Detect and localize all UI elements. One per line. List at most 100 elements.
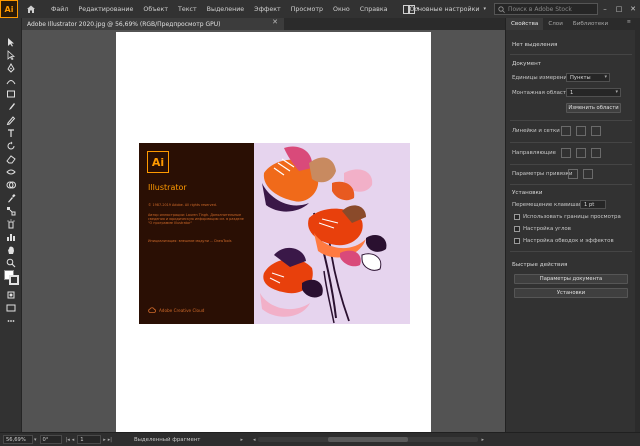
show-guides-icon[interactable] [561, 148, 571, 158]
shape-builder-tool[interactable] [5, 179, 17, 191]
menu-bar: Ai Файл Редактирование Объект Текст Выде… [0, 0, 640, 18]
hand-tool[interactable] [5, 244, 17, 256]
next-artboard-icon[interactable]: ▸ [103, 437, 106, 443]
menu-edit[interactable]: Редактирование [73, 6, 138, 13]
keyboard-increment-value: 1 pt [584, 201, 595, 208]
splash-title: Illustrator [148, 183, 187, 192]
rotation-field[interactable]: 0° [39, 435, 62, 444]
minimize-button[interactable]: – [598, 5, 612, 13]
divider [510, 251, 632, 252]
pen-tool[interactable] [5, 62, 17, 74]
panel-menu-icon[interactable]: ≡ [627, 19, 631, 25]
artboard-select[interactable]: 1 ▾ [566, 88, 621, 97]
horizontal-scrollbar[interactable] [258, 437, 479, 442]
splash-info-panel: Ai Illustrator © 1987-2019 Adobe. All ri… [139, 143, 254, 324]
more-tools-icon[interactable] [5, 315, 17, 327]
splash-ai-logo: Ai [147, 151, 169, 173]
snap-options-label: Параметры привязки [512, 171, 573, 177]
divider [510, 142, 632, 143]
keyboard-increment-input[interactable]: 1 pt [580, 200, 606, 209]
width-tool[interactable] [5, 166, 17, 178]
menu-object[interactable]: Объект [138, 6, 173, 13]
stroke-color-swatch[interactable] [9, 275, 19, 285]
search-icon [498, 5, 505, 13]
first-artboard-icon[interactable]: |◂ [66, 437, 70, 443]
smart-guides-icon[interactable] [591, 148, 601, 158]
workspace-switcher[interactable]: Основные настройки [409, 6, 479, 13]
keyboard-increment-label: Перемещение клавишами: [512, 202, 589, 208]
menu-select[interactable]: Выделение [202, 6, 250, 13]
menu-effect[interactable]: Эффект [249, 6, 286, 13]
zoom-tool[interactable] [5, 257, 17, 269]
rotate-tool[interactable] [5, 140, 17, 152]
menu-help[interactable]: Справка [355, 6, 393, 13]
snap-to-grid-icon[interactable] [583, 169, 593, 179]
status-bar: 56,69% ▾ 0° |◂ ◂ 1 ▸ ▸| Выделенный фрагм… [0, 432, 640, 446]
pixel-grid-icon[interactable] [591, 126, 601, 136]
chevron-down-icon: ▾ [604, 74, 607, 80]
tab-properties[interactable]: Свойства [506, 18, 544, 30]
scrollbar-thumb[interactable] [328, 437, 409, 442]
illustrator-logo: Ai [0, 0, 18, 18]
menu-file[interactable]: Файл [46, 6, 73, 13]
menu-view[interactable]: Просмотр [286, 6, 328, 13]
menu-type[interactable]: Текст [173, 6, 202, 13]
draw-mode-icon[interactable] [5, 289, 17, 301]
eyedropper-tool[interactable] [5, 192, 17, 204]
units-label: Единицы измерения: [512, 75, 572, 81]
selection-tool[interactable] [5, 36, 17, 48]
blend-tool[interactable] [5, 205, 17, 217]
tab-libraries[interactable]: Библиотеки [568, 18, 613, 30]
artboard-number-field[interactable]: 1 [77, 435, 102, 444]
scale-strokes-label: Настройка обводок и эффектов [523, 238, 614, 244]
artboard-label: Монтажная область: [512, 90, 572, 96]
edit-artboards-button[interactable]: Изменить области [566, 103, 621, 113]
paintbrush-tool[interactable] [5, 101, 17, 113]
pencil-tool[interactable] [5, 114, 17, 126]
document-section-title: Документ [512, 61, 542, 67]
chevron-down-icon[interactable]: ▾ [34, 437, 37, 443]
previous-artboard-icon[interactable]: ◂ [72, 437, 75, 443]
status-menu-icon[interactable]: ▸ [240, 437, 243, 443]
screen-mode-icon[interactable] [5, 302, 17, 314]
divider [510, 120, 632, 121]
close-window-button[interactable]: ✕ [626, 5, 640, 13]
scroll-right-icon[interactable]: ▸ [481, 437, 484, 443]
grid-icon[interactable] [576, 126, 586, 136]
close-icon[interactable]: ✕ [272, 18, 278, 26]
ruler-icon[interactable] [561, 126, 571, 136]
menu-window[interactable]: Окно [328, 6, 355, 13]
chevron-down-icon[interactable]: ▾ [483, 6, 486, 12]
maximize-button[interactable]: □ [612, 5, 626, 13]
rectangle-tool[interactable] [5, 88, 17, 100]
lock-guides-icon[interactable] [576, 148, 586, 158]
units-select[interactable]: Пункты ▾ [566, 73, 610, 82]
use-preview-bounds-checkbox[interactable] [514, 214, 520, 220]
splash-artist-credit: Автор иллюстрации: Lauren Tingh. Дополни… [148, 213, 244, 226]
guides-label: Направляющие [512, 150, 556, 156]
eraser-tool[interactable] [5, 153, 17, 165]
curvature-tool[interactable] [5, 75, 17, 87]
stock-search-input[interactable]: Поиск в Adobe Stock [494, 3, 598, 15]
scroll-left-icon[interactable]: ◂ [253, 437, 256, 443]
snap-to-point-icon[interactable] [568, 169, 578, 179]
splash-loading-text: Инициализация: внешние модули ... DrawTo… [148, 239, 232, 243]
scale-strokes-checkbox[interactable] [514, 238, 520, 244]
symbol-sprayer-tool[interactable] [5, 218, 17, 230]
tab-layers[interactable]: Слои [543, 18, 568, 30]
home-icon[interactable] [24, 2, 38, 16]
units-value: Пункты [570, 74, 591, 81]
splash-artwork [254, 143, 410, 324]
direct-selection-tool[interactable] [5, 49, 17, 61]
document-setup-button[interactable]: Параметры документа [514, 274, 628, 284]
scale-corners-label: Настройка углов [523, 226, 571, 232]
type-tool[interactable] [5, 127, 17, 139]
preferences-button[interactable]: Установки [514, 288, 628, 298]
document-tab-bar: Adobe Illustrator 2020.jpg @ 56,69% (RGB… [22, 18, 505, 30]
document-tab[interactable]: Adobe Illustrator 2020.jpg @ 56,69% (RGB… [22, 18, 284, 30]
zoom-level-value: 56,69% [6, 436, 26, 443]
zoom-level-field[interactable]: 56,69% [3, 435, 33, 444]
last-artboard-icon[interactable]: ▸| [108, 437, 112, 443]
scale-corners-checkbox[interactable] [514, 226, 520, 232]
column-graph-tool[interactable] [5, 231, 17, 243]
